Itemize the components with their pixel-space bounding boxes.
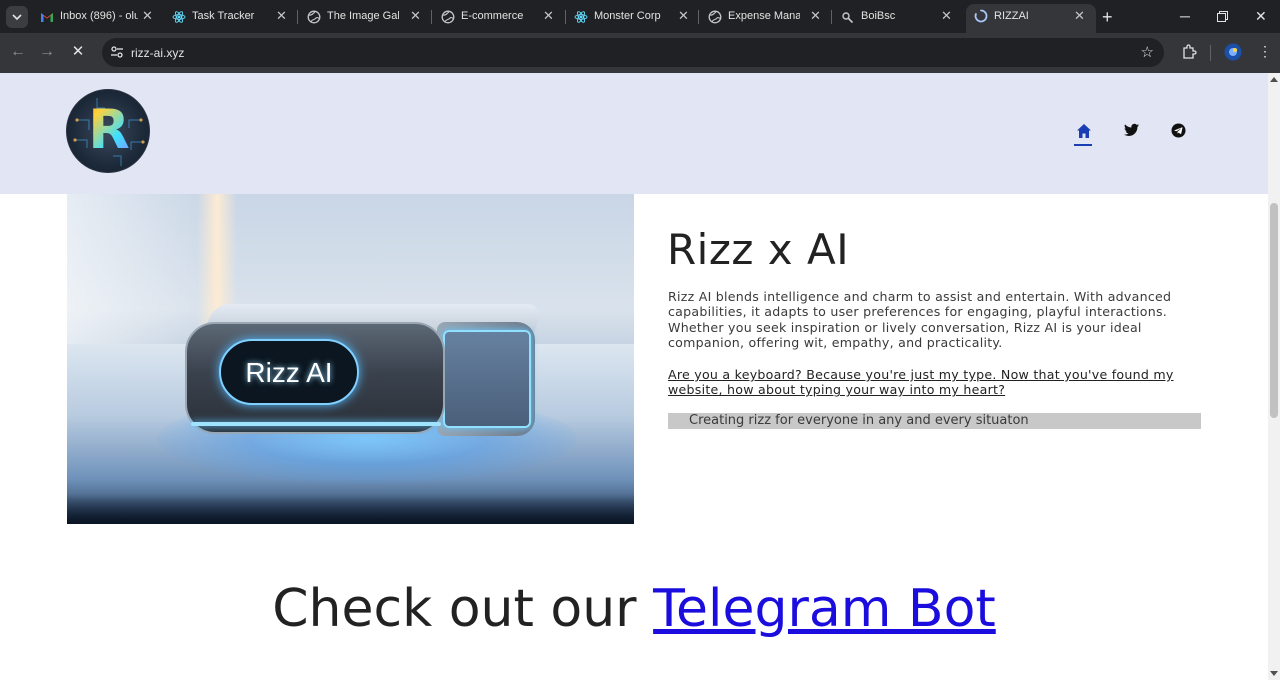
scrollbar-thumb[interactable] xyxy=(1270,203,1278,418)
link-icon xyxy=(842,12,854,24)
browser-toolbar: ← → ✕ rizz-ai.xyz ☆ ⋮ xyxy=(0,33,1280,73)
tab-separator xyxy=(698,10,699,24)
back-arrow-icon[interactable]: ← xyxy=(9,43,27,61)
bookmark-star-icon[interactable]: ☆ xyxy=(1141,43,1154,61)
restore-icon[interactable] xyxy=(1217,11,1228,22)
close-icon[interactable]: ✕ xyxy=(142,9,153,23)
telegram-icon xyxy=(1171,123,1186,138)
nav-telegram-link[interactable] xyxy=(1171,123,1189,141)
globe-icon xyxy=(708,10,722,24)
loading-icon xyxy=(974,9,988,23)
url-text[interactable]: rizz-ai.xyz xyxy=(131,46,184,60)
browser-tab-expense-manager[interactable]: Expense Manage ✕ xyxy=(700,5,828,29)
device-screen: Rizz AI xyxy=(219,339,359,405)
profile-avatar-icon[interactable] xyxy=(1224,43,1242,61)
tab-title: Task Tracker xyxy=(192,10,255,22)
stop-loading-icon[interactable]: ✕ xyxy=(69,43,87,61)
telegram-cta-heading: Check out our Telegram Bot xyxy=(0,573,1268,645)
tab-search-button[interactable] xyxy=(6,6,28,28)
browser-tab-boibsc[interactable]: BoiBsc ✕ xyxy=(833,5,963,29)
tab-title: E-commerce xyxy=(461,10,524,22)
page-viewport: R Rizz AI Rizz x AI Rizz AI blends intel… xyxy=(0,73,1268,680)
browser-tab-inbox[interactable]: Inbox (896) - olu ✕ xyxy=(32,5,160,29)
tab-title: The Image Galle xyxy=(327,10,399,22)
page-scrollbar[interactable] xyxy=(1268,73,1280,680)
tab-separator xyxy=(431,10,432,24)
close-icon[interactable]: ✕ xyxy=(543,9,554,23)
image-floor-shadow xyxy=(67,494,634,524)
extensions-icon[interactable] xyxy=(1181,44,1197,60)
tab-separator xyxy=(297,10,298,24)
close-window-icon[interactable]: ✕ xyxy=(1255,7,1267,25)
close-icon[interactable]: ✕ xyxy=(276,9,287,23)
new-tab-button[interactable]: + xyxy=(1102,8,1113,26)
hero-image: Rizz AI xyxy=(67,194,634,524)
minimize-icon[interactable]: ─ xyxy=(1180,7,1190,25)
browser-tab-task-tracker[interactable]: Task Tracker ✕ xyxy=(164,5,294,29)
toolbar-divider xyxy=(1210,45,1211,61)
globe-icon xyxy=(307,10,321,24)
globe-icon xyxy=(441,10,455,24)
tab-title: Expense Manage xyxy=(728,10,800,22)
device-side-panel xyxy=(443,330,531,428)
home-icon xyxy=(1077,124,1091,138)
tab-title: Monster Corp xyxy=(594,10,661,22)
site-settings-icon[interactable] xyxy=(110,45,124,59)
tab-title: BoiBsc xyxy=(861,10,896,22)
site-header: R xyxy=(0,73,1268,194)
hero-joke-link[interactable]: Are you a keyboard? Because you're just … xyxy=(668,367,1193,398)
react-icon xyxy=(574,11,588,23)
close-icon[interactable]: ✕ xyxy=(410,9,421,23)
scroll-up-arrow-icon[interactable] xyxy=(1270,77,1278,82)
address-bar[interactable]: rizz-ai.xyz ☆ xyxy=(102,38,1164,67)
nav-twitter-link[interactable] xyxy=(1124,123,1142,141)
nav-home-link[interactable] xyxy=(1074,123,1094,146)
close-icon[interactable]: ✕ xyxy=(1074,9,1085,23)
hero-tagline-bar: Creating rizz for everyone in any and ev… xyxy=(668,413,1201,429)
tab-title: RIZZAI xyxy=(994,10,1029,22)
tab-title: Inbox (896) - olu xyxy=(60,10,138,22)
device-light-strip xyxy=(191,422,441,426)
hero-description: Rizz AI blends intelligence and charm to… xyxy=(668,289,1172,351)
gmail-icon xyxy=(41,13,53,22)
tab-strip: Inbox (896) - olu ✕ Task Tracker ✕ The I… xyxy=(0,0,1280,33)
device-screen-label: Rizz AI xyxy=(245,357,333,388)
browser-tab-rizzai[interactable]: RIZZAI ✕ xyxy=(966,4,1096,33)
close-icon[interactable]: ✕ xyxy=(678,9,689,23)
logo-letter: R xyxy=(67,100,149,160)
scroll-down-arrow-icon[interactable] xyxy=(1270,671,1278,676)
cta-prefix: Check out our xyxy=(272,579,654,639)
forward-arrow-icon[interactable]: → xyxy=(38,43,56,61)
site-logo[interactable]: R xyxy=(66,89,150,173)
kebab-menu-icon[interactable]: ⋮ xyxy=(1258,43,1272,59)
browser-tab-ecommerce[interactable]: E-commerce ✕ xyxy=(433,5,563,29)
chevron-down-icon xyxy=(12,14,22,20)
browser-tab-image-gallery[interactable]: The Image Galle ✕ xyxy=(299,5,429,29)
hero-title: Rizz x AI xyxy=(667,225,850,274)
telegram-bot-link[interactable]: Telegram Bot xyxy=(653,579,996,639)
twitter-icon xyxy=(1124,123,1139,136)
close-icon[interactable]: ✕ xyxy=(810,9,821,23)
browser-tab-monster-corp[interactable]: Monster Corp ✕ xyxy=(566,5,696,29)
hero-tagline: Creating rizz for everyone in any and ev… xyxy=(689,413,1029,428)
close-icon[interactable]: ✕ xyxy=(941,9,952,23)
tab-separator xyxy=(831,10,832,24)
react-icon xyxy=(172,11,186,23)
